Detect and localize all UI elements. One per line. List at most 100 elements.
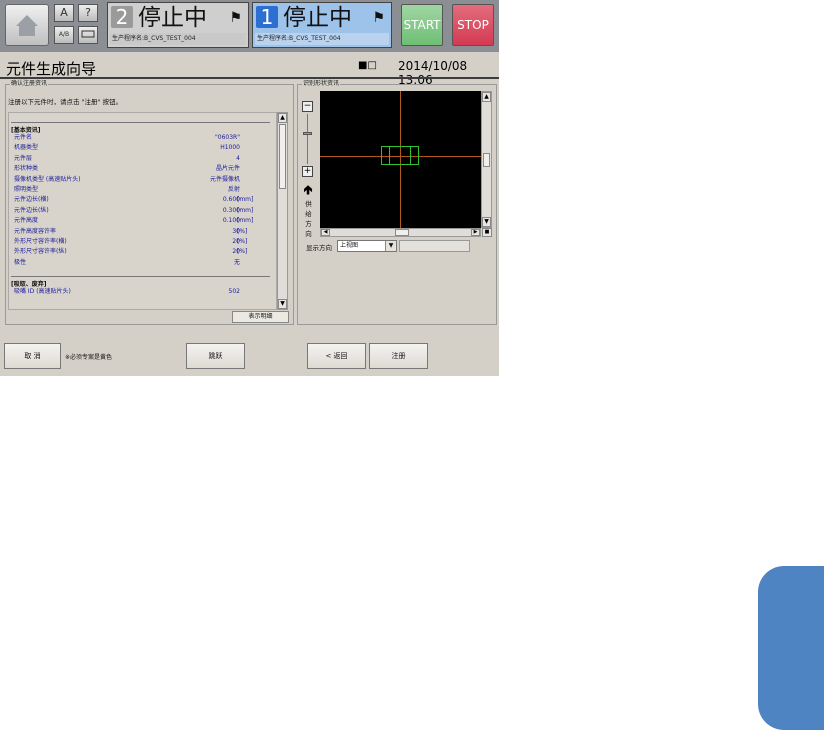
mode-icon-button[interactable]: A — [54, 4, 74, 22]
datetime: 2014/10/08 13:06 — [398, 59, 468, 87]
line-2-panel[interactable]: 2 停止中 ⚑ 生产程序名:B_CVS_TEST_004 — [107, 2, 249, 48]
scroll-thumb[interactable] — [279, 124, 286, 189]
info-value: "0603R" — [215, 134, 240, 141]
info-unit: [mm] — [237, 196, 254, 204]
zoom-slider-track[interactable] — [307, 114, 308, 164]
scroll-down-button[interactable]: ▼ — [482, 217, 491, 227]
info-unit: [mm] — [237, 217, 254, 225]
info-list[interactable]: [基本资讯] 元件名 "0603R" 机器类型 H1000 元件层 4 形状种类 晶片元件摄像… — [8, 112, 277, 310]
line-1-program: 生产程序名:B_CVS_TEST_004 — [255, 33, 389, 45]
show-detail-button[interactable]: 表示明细 — [232, 311, 289, 323]
divider — [11, 122, 270, 123]
zoom-in-button[interactable]: + — [302, 166, 313, 177]
fit-view-button[interactable]: ■ — [482, 228, 492, 237]
info-row: 外形尺寸容许率(横) 20 [%] — [9, 238, 274, 246]
home-icon — [16, 15, 38, 36]
back-button[interactable]: < 返回 — [307, 343, 366, 369]
canvas-horizontal-scrollbar[interactable]: ◀ ▶ — [320, 228, 481, 237]
line-1-panel[interactable]: 1 停止中 ⚑ 生产程序名:B_CVS_TEST_004 — [252, 2, 392, 48]
info-row: 形状种类 晶片元件 — [9, 165, 274, 173]
info-value: H1000 — [220, 144, 240, 152]
info-value: 502 — [228, 288, 240, 295]
zoom-slider-knob[interactable] — [303, 132, 312, 135]
help-icon-button[interactable]: ? — [78, 4, 98, 22]
info-unit: [mm] — [237, 206, 254, 214]
direction-value: 上视图 — [340, 242, 359, 249]
info-key: 元件高度 — [14, 217, 39, 225]
scroll-down-button[interactable]: ▼ — [278, 299, 287, 309]
line-2-number: 2 — [111, 6, 133, 28]
scroll-up-button[interactable]: ▲ — [278, 113, 287, 123]
register-button[interactable]: 注册 — [369, 343, 428, 369]
info-key: 元件边长(横) — [14, 196, 49, 204]
info-value: 反射 — [227, 186, 240, 193]
feed-direction-char: 方 — [305, 220, 312, 228]
confirm-group-title: 确认注册资讯 — [10, 79, 49, 89]
shape-preview-canvas[interactable] — [320, 91, 481, 228]
basic-section-header: [基本资讯] — [11, 127, 41, 134]
home-button[interactable] — [5, 4, 49, 46]
line-1-status: 停止中 — [283, 5, 352, 31]
info-row: 元件层 4 — [9, 155, 274, 163]
component-pad-left — [381, 146, 390, 165]
info-key: 外形尺寸容许率(纵) — [14, 248, 67, 256]
info-value: 元件摄像机 — [209, 175, 240, 183]
info-key: 元件高度容许率 — [14, 227, 57, 235]
info-value: 晶片元件 — [215, 165, 240, 173]
scroll-left-button[interactable]: ◀ — [321, 229, 330, 236]
cancel-button[interactable]: 取 消 — [4, 343, 61, 369]
info-key: 外形尺寸容许率(横) — [14, 238, 67, 245]
top-bar: A ? A/B 2 停止中 ⚑ 生产程序名:B_CVS_TEST_004 1 停… — [0, 0, 499, 52]
info-row: 元件边长(纵) 0.300 [mm] — [9, 207, 274, 215]
info-row: 元件高度容许率 30 [%] — [9, 228, 274, 236]
info-key: 元件名 — [14, 134, 33, 141]
chevron-down-icon[interactable]: ▼ — [385, 241, 396, 251]
info-key: 元件边长(纵) — [14, 206, 49, 214]
operator-icon: ⚑ — [372, 10, 385, 26]
direction-info-field — [399, 240, 470, 252]
title-divider — [0, 77, 499, 79]
direction-select[interactable]: 上视图 ▼ — [337, 240, 397, 252]
start-button[interactable]: START — [401, 4, 443, 46]
info-value: 4 — [236, 154, 240, 162]
info-row: 照明类型 反射 — [9, 186, 274, 194]
feed-direction-char: 给 — [305, 210, 312, 218]
side-tab[interactable] — [758, 566, 824, 730]
keyboard-icon-button[interactable] — [78, 26, 98, 44]
info-row: 极性 无 — [9, 259, 274, 267]
info-row: 元件边长(横) 0.600 [mm] — [9, 196, 274, 204]
instruction-text: 注册以下元件时，请点击 "注册" 按钮。 — [8, 98, 123, 106]
canvas-vertical-scrollbar[interactable]: ▲ ▼ — [481, 91, 492, 228]
shape-group-title: 识别形状资讯 — [302, 79, 341, 89]
info-row: 元件名 "0603R" — [9, 134, 274, 142]
keyboard-icon — [81, 30, 95, 38]
skip-button[interactable]: 跳跃 — [186, 343, 245, 369]
info-row: 摄像机类型 (高速贴片头) 元件摄像机 — [9, 176, 274, 184]
operator-icon: ⚑ — [229, 10, 242, 26]
divider — [11, 276, 270, 277]
scroll-up-button[interactable]: ▲ — [482, 92, 491, 102]
ab-icon-button[interactable]: A/B — [54, 26, 74, 44]
user-icon: ■□ — [358, 60, 377, 71]
stop-button[interactable]: STOP — [452, 4, 494, 46]
component-pad-right — [410, 146, 419, 165]
direction-label: 显示方向 — [306, 244, 332, 252]
feed-direction-char: 供 — [305, 200, 312, 208]
page-title: 元件生成向导 — [6, 60, 97, 78]
machine-screen: A ? A/B 2 停止中 ⚑ 生产程序名:B_CVS_TEST_004 1 停… — [0, 0, 499, 376]
feed-direction-char: 向 — [305, 230, 312, 238]
zoom-panel: − + 🢁 供 给 方 向 — [302, 101, 315, 238]
line-2-program: 生产程序名:B_CVS_TEST_004 — [110, 33, 246, 45]
info-key: 元件层 — [14, 154, 33, 162]
info-unit: [%] — [237, 227, 248, 235]
info-list-scrollbar[interactable]: ▲ ▼ — [277, 112, 288, 310]
pick-section-header: [吸取、废弃] — [11, 281, 47, 288]
scroll-thumb[interactable] — [395, 229, 409, 236]
required-note: ※必须专案是黄色 — [65, 354, 113, 361]
scroll-right-button[interactable]: ▶ — [471, 229, 480, 236]
info-key: 机器类型 — [14, 144, 39, 152]
info-unit: [%] — [237, 238, 248, 245]
info-key: 形状种类 — [14, 165, 39, 173]
zoom-out-button[interactable]: − — [302, 101, 313, 112]
scroll-thumb[interactable] — [483, 153, 490, 167]
